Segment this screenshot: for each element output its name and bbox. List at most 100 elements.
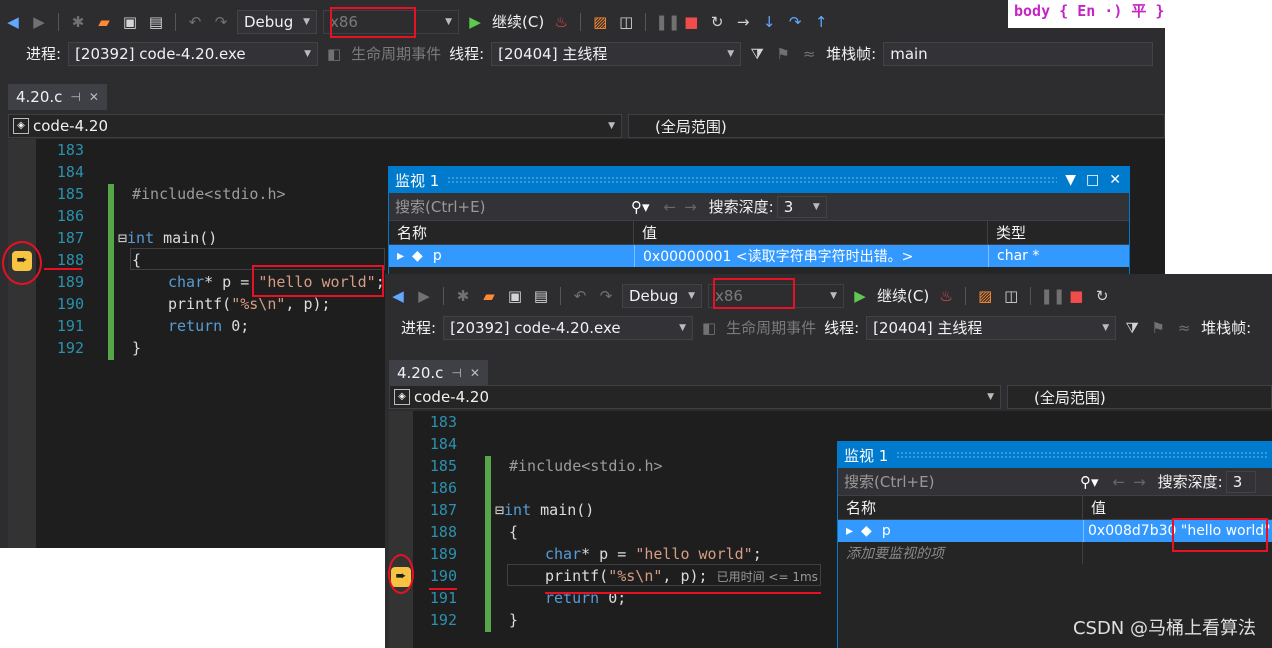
window-icon[interactable]: ◫	[616, 13, 636, 31]
find-in-files-icon[interactable]: ▨	[590, 13, 610, 31]
show-threads-icon[interactable]: ≈	[799, 45, 819, 63]
scope-dropdown[interactable]: (全局范围)	[628, 114, 1165, 138]
search-depth-dropdown[interactable]: 3 ▼	[776, 195, 827, 218]
watch-row-type: char *	[988, 245, 1129, 267]
filter-icon[interactable]: ⧩	[1122, 319, 1142, 337]
flag-threads-icon[interactable]: ⚑	[1148, 319, 1168, 337]
continue-button[interactable]: 继续(C)	[877, 285, 929, 306]
lifecycle-event-icon[interactable]: ◧	[699, 319, 719, 337]
expand-arrow-icon[interactable]: ▸	[397, 248, 404, 264]
continue-play-icon[interactable]: ▶	[850, 287, 870, 305]
chevron-down-icon: ▼	[812, 201, 820, 212]
open-folder-icon[interactable]: ▰	[94, 13, 114, 31]
save-icon[interactable]: ▣	[505, 287, 525, 305]
process-dropdown[interactable]: [20392] code-4.20.exe ▼	[443, 315, 694, 340]
stop-icon[interactable]: ■	[681, 13, 701, 31]
search-icon[interactable]: ⚲▾	[1080, 473, 1099, 491]
hot-reload-flame-icon[interactable]: ♨	[551, 13, 571, 31]
scope-dropdown[interactable]: (全局范围)	[1007, 385, 1272, 409]
show-threads-icon[interactable]: ≈	[1174, 319, 1194, 337]
pin-icon[interactable]: ⊣	[70, 90, 80, 104]
close-icon[interactable]: ✕	[89, 90, 99, 104]
window-menu-icon[interactable]: ▼	[1065, 172, 1076, 188]
find-in-files-icon[interactable]: ▨	[975, 287, 995, 305]
close-icon[interactable]: ✕	[470, 366, 480, 380]
hot-reload-flame-icon[interactable]: ♨	[936, 287, 956, 305]
pause-icon[interactable]: ❚❚	[1040, 287, 1065, 305]
watch-title-bar[interactable]: 监视 1	[838, 442, 1272, 468]
lifecycle-events-button[interactable]: 生命周期事件	[726, 317, 816, 338]
config-dropdown[interactable]: Debug ▼	[237, 9, 317, 34]
step-over-icon[interactable]: ↷	[785, 13, 805, 31]
process-dropdown[interactable]: [20392] code-4.20.exe ▼	[68, 41, 319, 66]
nav-forward-icon[interactable]: →	[684, 198, 697, 216]
watch-row[interactable]: ▸ ◆ p 0x00000001 <读取字符串字符时出错。> char *	[389, 245, 1129, 267]
search-input[interactable]: 搜索(Ctrl+E)	[844, 471, 1080, 492]
forward-icon[interactable]: ▶	[414, 287, 434, 305]
project-dropdown[interactable]: ◈ code-4.20 ▼	[8, 114, 622, 138]
chevron-down-icon: ▼	[303, 16, 310, 27]
nav-forward-icon[interactable]: →	[1133, 473, 1146, 491]
column-header-type[interactable]: 类型	[988, 221, 1129, 244]
new-item-icon[interactable]: ✱	[453, 287, 473, 305]
close-icon[interactable]: ✕	[1109, 172, 1121, 188]
pause-icon[interactable]: ❚❚	[655, 13, 680, 31]
continue-play-icon[interactable]: ▶	[465, 13, 485, 31]
back-icon[interactable]: ◀	[3, 13, 23, 31]
tab-4-20-c[interactable]: 4.20.c ⊣ ✕	[8, 84, 107, 110]
step-into-icon[interactable]: ↓	[759, 13, 779, 31]
lifecycle-events-button[interactable]: 生命周期事件	[351, 43, 441, 64]
continue-button[interactable]: 继续(C)	[492, 11, 544, 32]
tab-4-20-c[interactable]: 4.20.c ⊣ ✕	[389, 360, 488, 386]
column-header-value[interactable]: 值	[634, 221, 988, 244]
show-next-statement-icon[interactable]: →	[733, 13, 753, 31]
indicator-margin[interactable]	[8, 139, 36, 548]
watch-row-name: ▸ ◆ p	[846, 523, 891, 539]
thread-dropdown[interactable]: [20404] 主线程 ▼	[866, 315, 1117, 340]
stack-frame-dropdown[interactable]: main	[883, 41, 1154, 66]
step-out-icon[interactable]: ↑	[811, 13, 831, 31]
redo-icon[interactable]: ↷	[596, 287, 616, 305]
flag-threads-icon[interactable]: ⚑	[773, 45, 793, 63]
lifecycle-event-icon[interactable]: ◧	[324, 45, 344, 63]
column-header-name[interactable]: 名称	[389, 221, 634, 244]
variable-icon: ◆	[412, 248, 423, 264]
undo-icon[interactable]: ↶	[185, 13, 205, 31]
new-item-icon[interactable]: ✱	[68, 13, 88, 31]
elapsed-time-hint[interactable]: 已用时间 <= 1ms	[717, 570, 818, 584]
search-input[interactable]: 搜索(Ctrl+E)	[395, 196, 631, 217]
watch-title-bar[interactable]: 监视 1 ▼ □ ✕	[389, 167, 1129, 193]
collapse-icon[interactable]: ⊟	[118, 229, 127, 247]
project-dropdown[interactable]: ◈ code-4.20 ▼	[389, 385, 1001, 409]
save-all-icon[interactable]: ▤	[531, 287, 551, 305]
restart-icon[interactable]: ↻	[1092, 287, 1112, 305]
expand-arrow-icon[interactable]: ▸	[846, 523, 853, 539]
undo-icon[interactable]: ↶	[570, 287, 590, 305]
restart-icon[interactable]: ↻	[707, 13, 727, 31]
watch-window[interactable]: 监视 1 ▼ □ ✕ 搜索(Ctrl+E) ⚲▾ ← → 搜索深度: 3 ▼ 名称 值…	[388, 166, 1130, 286]
indicator-margin[interactable]	[389, 411, 413, 648]
line-number: 186	[429, 479, 457, 497]
filter-icon[interactable]: ⧩	[747, 45, 767, 63]
redo-icon[interactable]: ↷	[211, 13, 231, 31]
config-dropdown[interactable]: Debug ▼	[622, 283, 702, 308]
stop-icon[interactable]: ■	[1066, 287, 1086, 305]
add-watch-item-input[interactable]: 添加要监视的项	[838, 542, 1083, 564]
nav-back-icon[interactable]: ←	[1113, 473, 1126, 491]
nav-back-icon[interactable]: ←	[664, 198, 677, 216]
back-icon[interactable]: ◀	[388, 287, 408, 305]
thread-dropdown[interactable]: [20404] 主线程 ▼	[491, 41, 742, 66]
open-folder-icon[interactable]: ▰	[479, 287, 499, 305]
forward-icon[interactable]: ▶	[29, 13, 49, 31]
overlay-code-fragment: body { En ·) 平 }	[1008, 0, 1165, 28]
maximize-icon[interactable]: □	[1086, 172, 1099, 188]
save-all-icon[interactable]: ▤	[146, 13, 166, 31]
save-icon[interactable]: ▣	[120, 13, 140, 31]
column-header-name[interactable]: 名称	[838, 496, 1083, 519]
pin-icon[interactable]: ⊣	[451, 366, 461, 380]
window-icon[interactable]: ◫	[1001, 287, 1021, 305]
column-header-value[interactable]: 值	[1083, 496, 1272, 519]
search-icon[interactable]: ⚲▾	[631, 198, 650, 216]
search-depth-dropdown[interactable]: 3	[1225, 470, 1256, 493]
collapse-icon[interactable]: ⊟	[495, 501, 504, 519]
